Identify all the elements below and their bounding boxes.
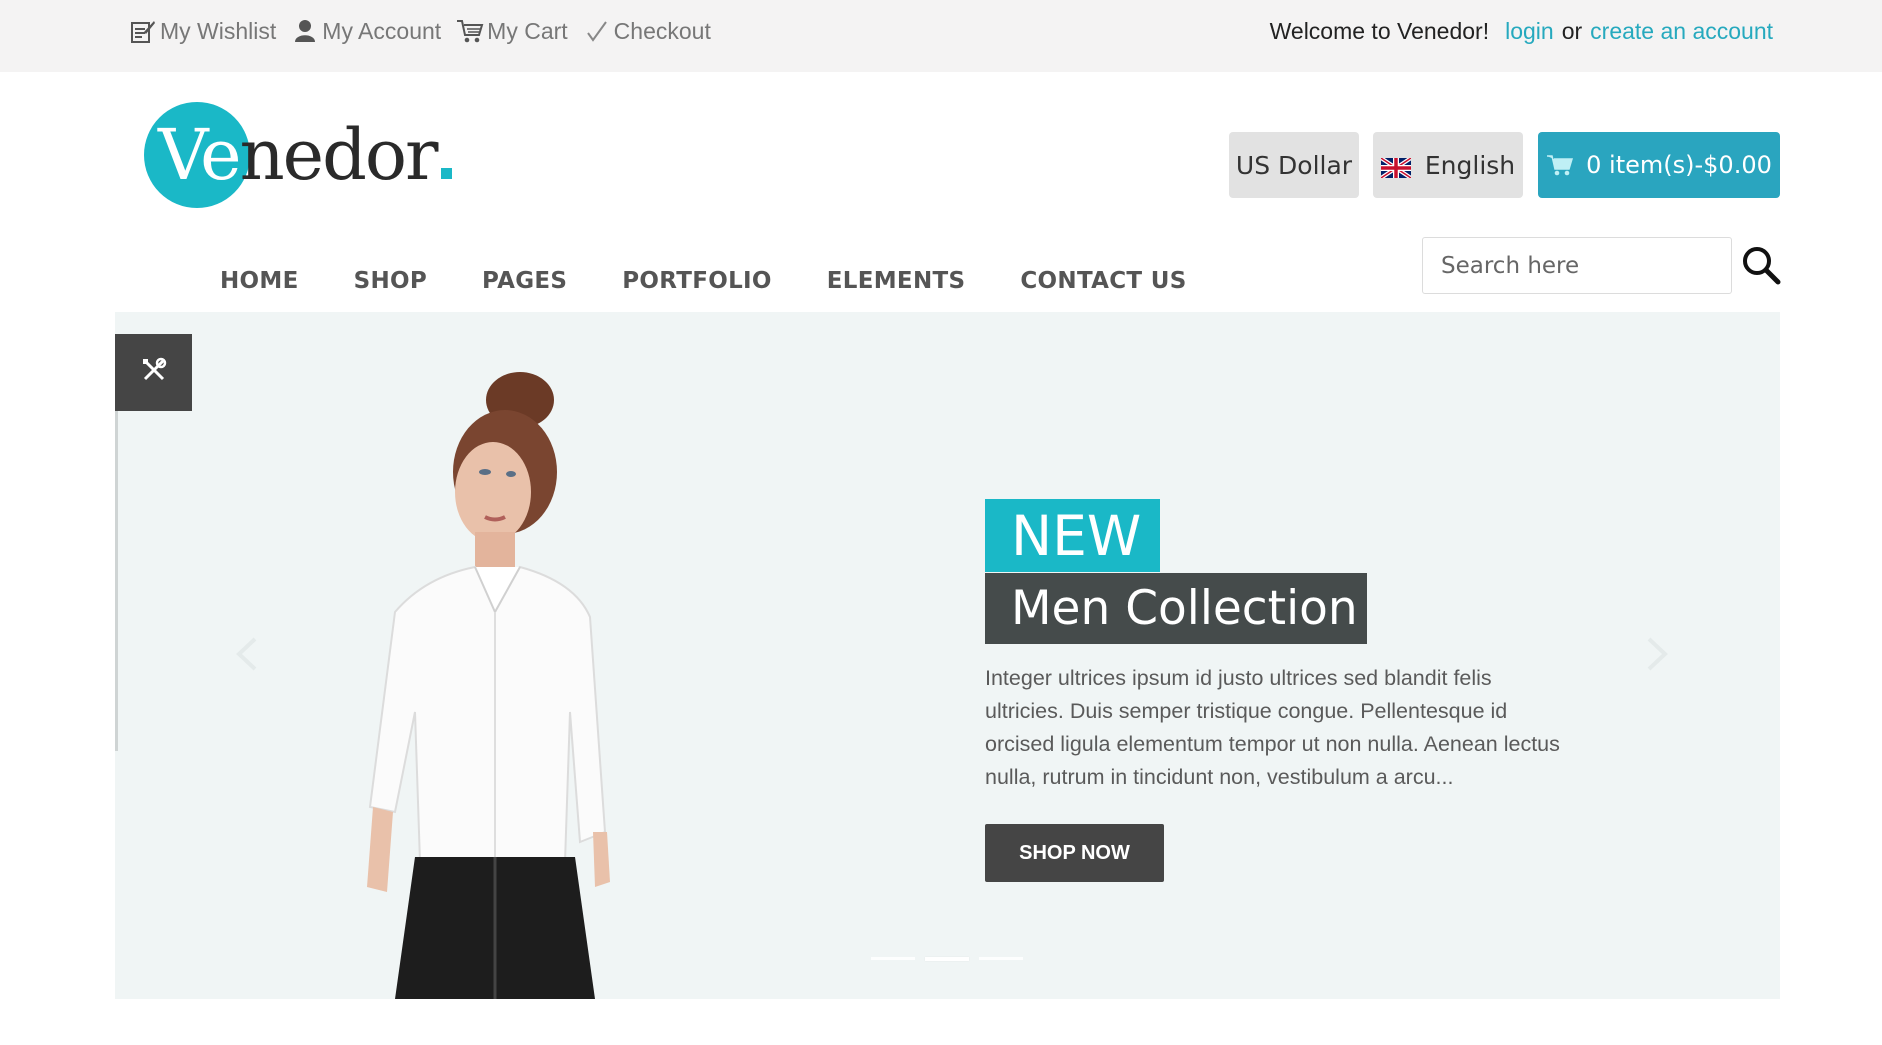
welcome-text: Welcome to Venedor!	[1269, 18, 1490, 44]
model-image	[325, 362, 645, 999]
side-panel-edge	[115, 411, 118, 751]
search-input[interactable]	[1422, 237, 1732, 294]
cart-icon	[1546, 153, 1574, 177]
cart-icon	[455, 16, 485, 46]
nav-home[interactable]: HOME	[220, 268, 299, 294]
checkout-link[interactable]: Checkout	[582, 16, 711, 46]
nav-shop[interactable]: SHOP	[354, 268, 427, 294]
nav-pages[interactable]: PAGES	[482, 268, 567, 294]
main-nav: HOME SHOP PAGES PORTFOLIO ELEMENTS CONTA…	[220, 268, 1242, 294]
slider-pagination	[871, 957, 1033, 961]
login-link[interactable]: login	[1505, 18, 1554, 45]
slide-dot[interactable]	[925, 957, 969, 961]
language-selector[interactable]: English	[1373, 132, 1523, 198]
currency-selector[interactable]: US Dollar	[1229, 132, 1359, 198]
slide-tag: NEW	[985, 499, 1160, 572]
tools-toggle-button[interactable]	[115, 334, 192, 411]
top-bar: My Wishlist My Account My Cart Checkout …	[0, 0, 1882, 72]
next-slide-arrow[interactable]	[1645, 637, 1669, 676]
tools-icon	[140, 356, 168, 389]
wishlist-icon	[128, 16, 158, 46]
welcome-area: Welcome to Venedor! login or create an a…	[1270, 18, 1773, 45]
wishlist-link[interactable]: My Wishlist	[128, 16, 276, 46]
slide-description: Integer ultrices ipsum id justo ultrices…	[985, 666, 1560, 789]
account-label: My Account	[322, 17, 442, 44]
hero-slider: NEW Men Collection Integer ultrices ipsu…	[115, 312, 1780, 999]
site-logo[interactable]: Venedor	[144, 100, 464, 210]
create-account-link[interactable]: create an account	[1590, 18, 1773, 45]
cart-summary: 0 item(s)-$0.00	[1586, 151, 1772, 179]
logo-text: Venedor	[158, 112, 452, 198]
wishlist-label: My Wishlist	[160, 17, 277, 44]
shop-now-button[interactable]: SHOP NOW	[985, 824, 1164, 882]
cart-label: My Cart	[487, 17, 568, 44]
language-label: English	[1424, 150, 1516, 180]
nav-portfolio[interactable]: PORTFOLIO	[622, 268, 772, 294]
top-links: My Wishlist My Account My Cart Checkout	[128, 16, 725, 46]
cart-button[interactable]: 0 item(s)-$0.00	[1538, 132, 1780, 198]
nav-elements[interactable]: ELEMENTS	[827, 268, 966, 294]
slide-dot[interactable]	[979, 957, 1023, 960]
slide-title: Men Collection	[985, 573, 1367, 644]
account-icon	[290, 16, 320, 46]
checkmark-icon	[582, 16, 612, 46]
account-link[interactable]: My Account	[290, 16, 441, 46]
search-icon[interactable]	[1740, 244, 1784, 288]
prev-slide-arrow[interactable]	[235, 637, 259, 676]
uk-flag-icon	[1379, 155, 1412, 180]
currency-label: US Dollar	[1235, 150, 1353, 180]
checkout-label: Checkout	[613, 17, 711, 44]
slide-dot[interactable]	[871, 957, 915, 960]
or-text: or	[1561, 18, 1583, 44]
nav-contact-us[interactable]: CONTACT US	[1020, 268, 1186, 294]
cart-link[interactable]: My Cart	[455, 16, 568, 46]
